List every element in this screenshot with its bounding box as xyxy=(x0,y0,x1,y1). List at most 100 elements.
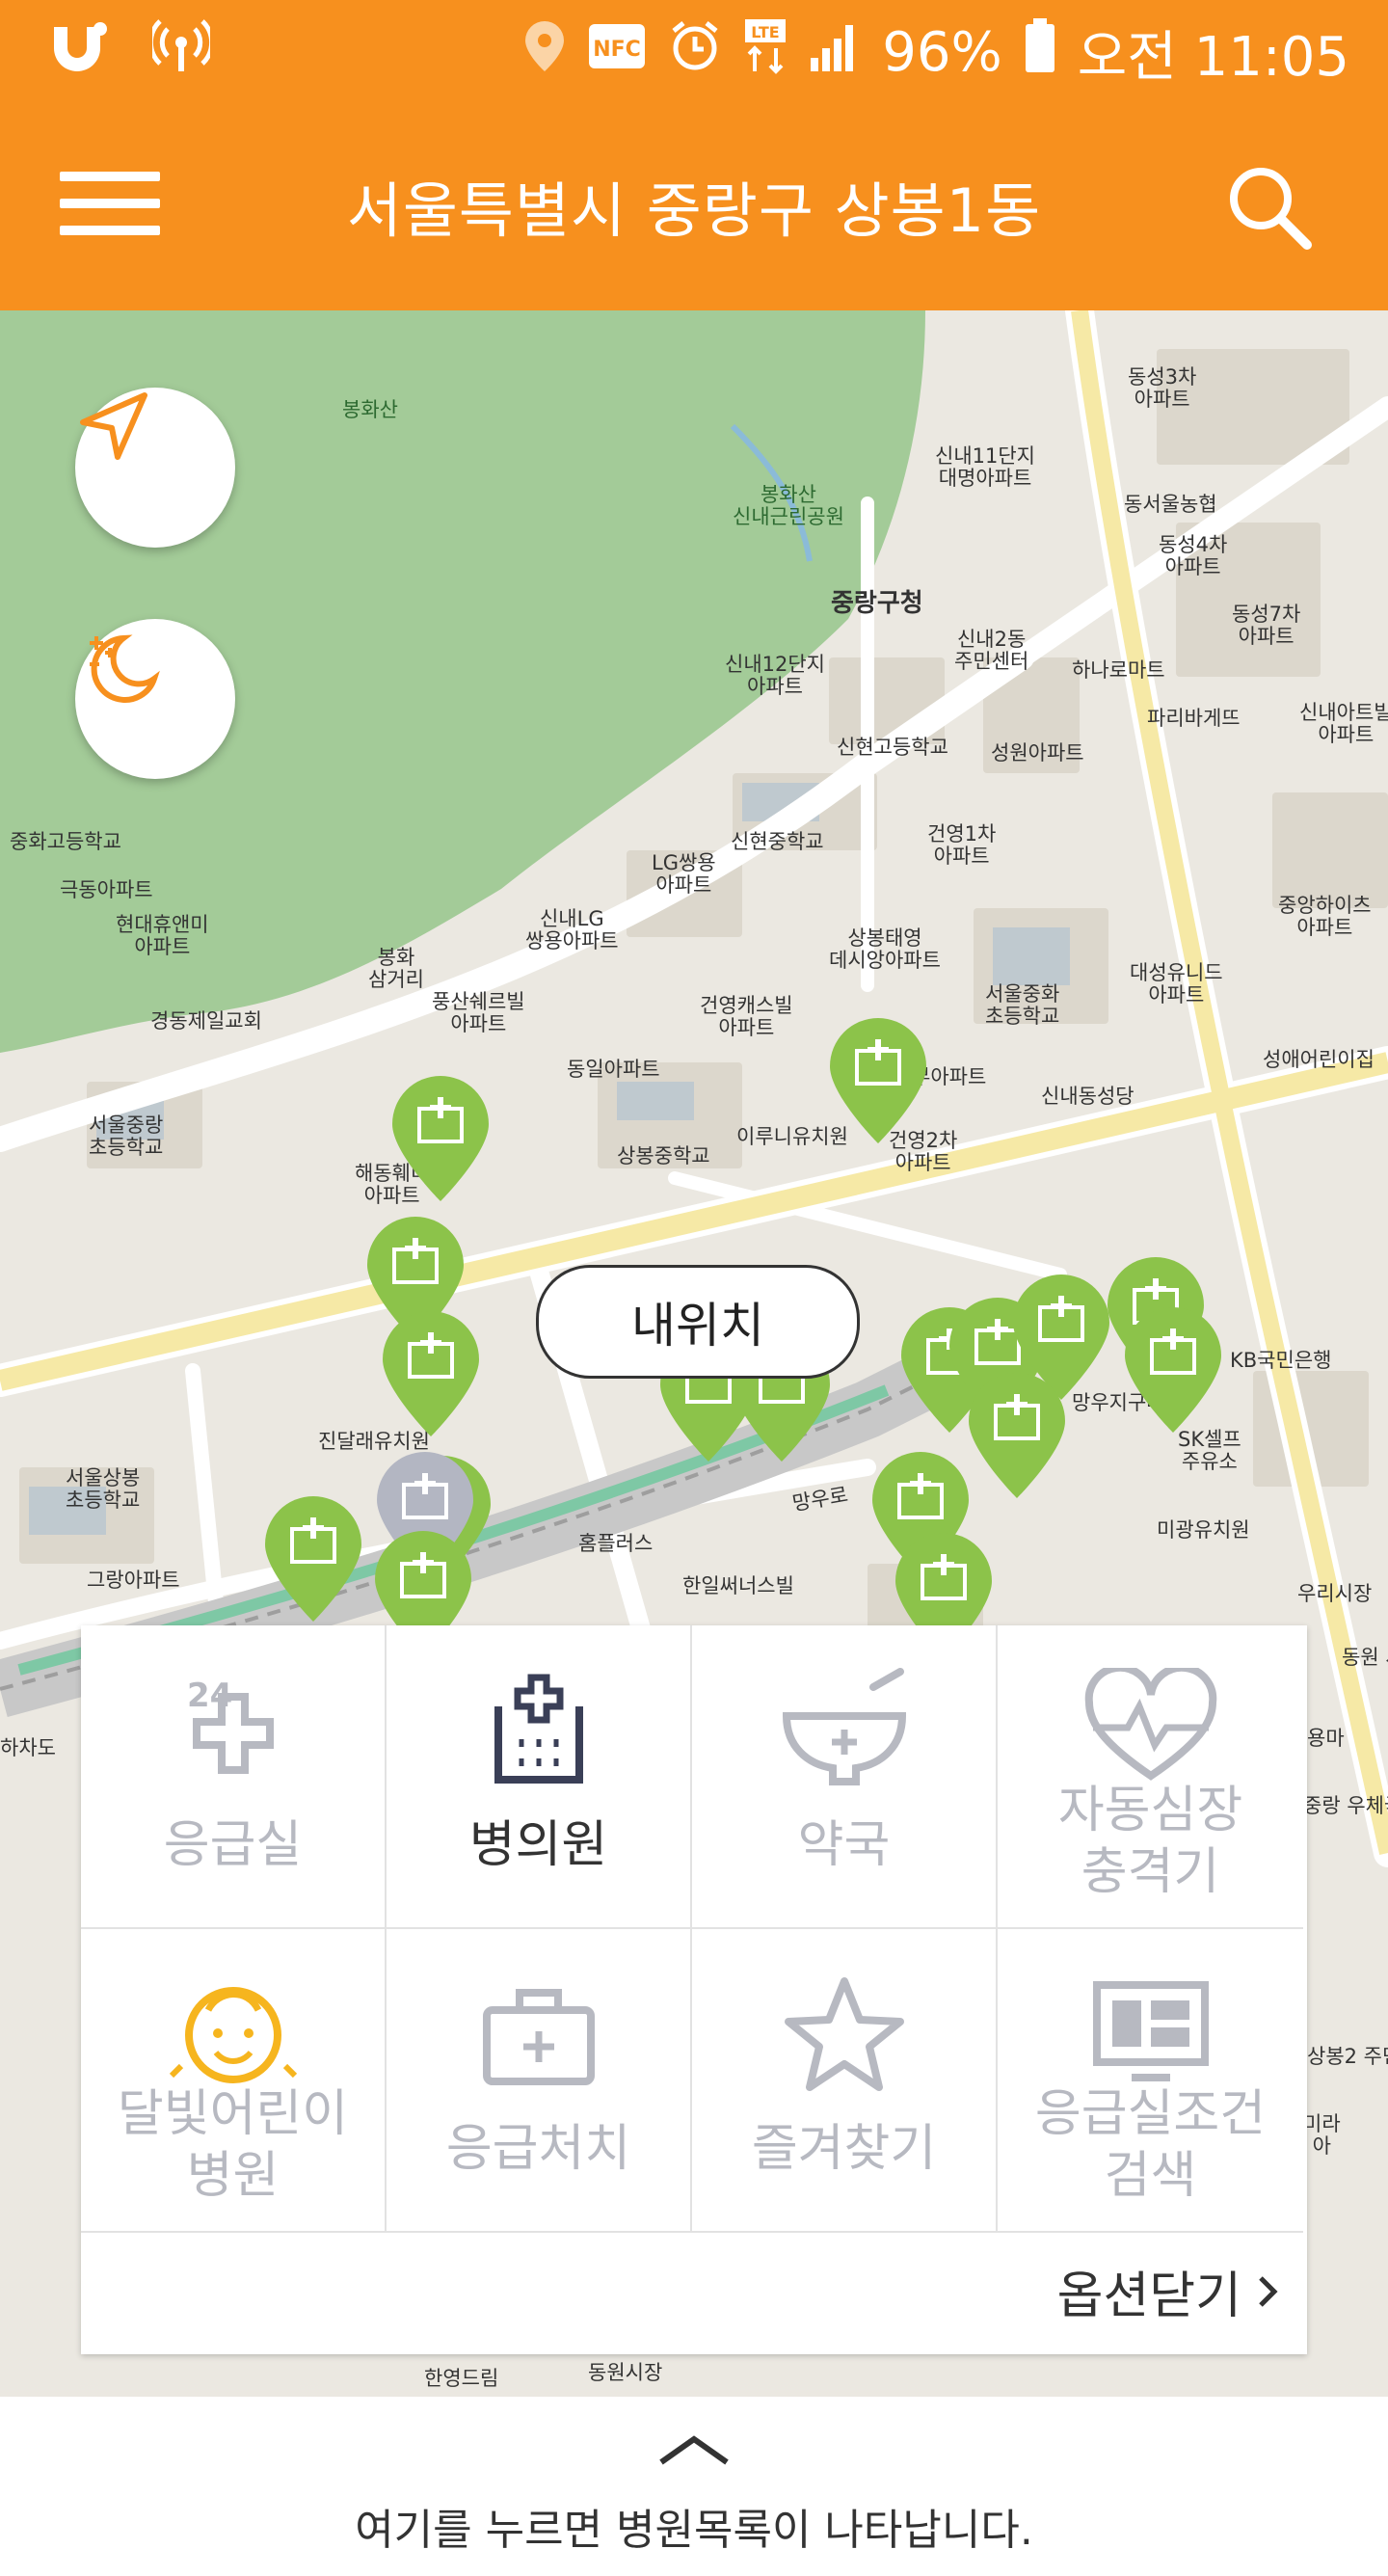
my-location-label: 내위치 xyxy=(536,1265,860,1379)
map-label: 한일써너스빌 xyxy=(682,1574,794,1597)
map-label: 상봉2 주민선 xyxy=(1307,2045,1388,2068)
app-bar: 서울특별시 중랑구 상봉1동 xyxy=(0,93,1388,310)
option-favorites[interactable]: 즐겨찾기 xyxy=(692,1929,998,2233)
map-label: 미광유치원 xyxy=(1157,1518,1250,1542)
map-label: 대성유니드 아파트 xyxy=(1130,961,1223,1007)
moon-icon xyxy=(90,634,160,703)
option-label: 약국 xyxy=(797,1816,891,1874)
hospital-pin[interactable] xyxy=(964,1369,1070,1504)
map-label: 동성4차 아파트 xyxy=(1159,533,1228,579)
svg-text:NFC: NFC xyxy=(594,38,642,62)
hospital-pin[interactable] xyxy=(378,1307,484,1442)
hospital-pin[interactable] xyxy=(1120,1303,1226,1438)
battery-percent: 96% xyxy=(882,21,1002,84)
map-label: 하차도 xyxy=(0,1736,56,1759)
map-label: 용마 xyxy=(1307,1727,1345,1750)
close-options-button[interactable]: 옵션닫기 xyxy=(1057,2255,1280,2327)
option-defibrillator[interactable]: 자동심장 충격기 xyxy=(998,1625,1303,1929)
24-cross-icon: 24 xyxy=(187,1677,274,1774)
hospital-pin[interactable] xyxy=(387,1072,494,1207)
alarm-icon xyxy=(668,19,722,87)
map-label: 중화고등학교 xyxy=(10,830,121,853)
map-label: 봉화산 xyxy=(342,398,398,421)
hospital-list-sheet[interactable]: 여기를 누르면 병원목록이 나타납니다. xyxy=(0,2397,1388,2576)
map-label: 신내12단지 아파트 xyxy=(725,653,826,699)
map-label: 중앙하이츠 아파트 xyxy=(1278,894,1372,940)
hospital-list-hint: 여기를 누르면 병원목록이 나타납니다. xyxy=(355,2506,1033,2555)
map-label: LG쌍용 아파트 xyxy=(652,851,716,898)
map-label: 신내동성당 xyxy=(1041,1085,1134,1108)
option-hospital[interactable]: 병의원 xyxy=(387,1625,692,1929)
close-options-label: 옵션닫기 xyxy=(1056,2267,1241,2325)
mortar-pestle-icon xyxy=(782,1668,906,1785)
option-label: 달빛어린이 병원 xyxy=(117,2085,349,2205)
map-label: 한영드림 xyxy=(424,2367,499,2390)
map-label: 풍산쉐르빌 아파트 xyxy=(432,990,525,1036)
page-title: 서울특별시 중랑구 상봉1동 xyxy=(346,175,1042,246)
hotspot-icon xyxy=(147,17,215,79)
map-label: 하나로마트 xyxy=(1072,658,1165,682)
star-icon xyxy=(784,1977,904,2091)
map-label: 동성7차 아파트 xyxy=(1232,603,1301,649)
map-label: 파리바게뜨 xyxy=(1147,707,1241,730)
map-label: 중랑구청 xyxy=(831,589,923,618)
option-label: 응급처치 xyxy=(445,2120,631,2178)
status-bar: NFC LTE 96% 오전 11:05 xyxy=(0,0,1388,93)
option-moonlight-children-hospital[interactable]: 달빛어린이 병원 xyxy=(81,1929,387,2233)
battery-icon xyxy=(1024,17,1056,88)
options-panel: 24 응급실 병의원 약국 자동심장 충격기 달빛어린이 병원 응급처치 즐겨찾… xyxy=(81,1625,1307,2354)
map-label: 그랑아파트 xyxy=(87,1569,180,1592)
chevron-up-icon xyxy=(659,2435,729,2465)
heart-pulse-icon xyxy=(1084,1668,1216,1781)
hospital-icon xyxy=(494,1674,583,1784)
option-label: 응급실조건 검색 xyxy=(1034,2085,1267,2205)
hospital-pin[interactable] xyxy=(260,1492,366,1627)
u-plus-logo-icon xyxy=(48,19,110,77)
chevron-right-icon xyxy=(1259,2275,1278,2307)
map-label: 상봉태영 데시앙아파트 xyxy=(829,926,941,973)
svg-text:LTE: LTE xyxy=(752,23,780,41)
map-label: 성애어린이집 xyxy=(1263,1048,1375,1071)
option-label: 응급실 xyxy=(163,1816,303,1874)
map-label: 성원아파트 xyxy=(991,741,1084,765)
option-er-condition-search[interactable]: 응급실조건 검색 xyxy=(998,1929,1303,2233)
navigate-button[interactable] xyxy=(75,388,235,548)
option-emergency-room[interactable]: 24 응급실 xyxy=(81,1625,387,1929)
hospital-pin[interactable] xyxy=(825,1014,931,1149)
option-label: 자동심장 충격기 xyxy=(1057,1782,1243,1901)
map-label: 봉화산 신내근린공원 xyxy=(733,483,844,529)
navigation-arrow-icon xyxy=(80,392,147,460)
map-label: 서울중랑 초등학교 xyxy=(89,1114,164,1160)
map-label: 서울상봉 초등학교 xyxy=(66,1466,141,1513)
lte-icon: LTE xyxy=(743,17,787,89)
map-label: 건영1차 아파트 xyxy=(927,822,997,869)
map-label: 서울중화 초등학교 xyxy=(985,982,1060,1029)
map-label: 동서울농협 xyxy=(1124,493,1217,516)
night-mode-button[interactable] xyxy=(75,619,235,779)
signal-icon xyxy=(809,21,861,85)
map-label: 신내LG 쌍용아파트 xyxy=(525,907,619,953)
nfc-icon: NFC xyxy=(587,21,647,84)
map-label: 동일아파트 xyxy=(567,1058,660,1081)
clock: 오전 11:05 xyxy=(1077,26,1349,89)
map-label: 동원 사거리 xyxy=(1342,1646,1388,1669)
map-label: 홈플러스 xyxy=(578,1532,654,1555)
option-pharmacy[interactable]: 약국 xyxy=(692,1625,998,1929)
search-icon[interactable] xyxy=(1226,164,1313,251)
map-label: 현대휴앤미 아파트 xyxy=(116,913,209,959)
map-label: 신내아트빌 아파트 xyxy=(1299,701,1388,747)
map-label: 중랑 우체국 xyxy=(1303,1794,1388,1817)
map-label: 동원시장 xyxy=(588,2361,663,2384)
map-label: 봉화 삼거리 xyxy=(368,946,424,992)
map-label: 미라 아 xyxy=(1303,2112,1341,2159)
map-label: 신내2동 주민센터 xyxy=(954,628,1029,674)
option-first-aid[interactable]: 응급처치 xyxy=(387,1929,692,2233)
map-label: KB국민은행 xyxy=(1230,1349,1332,1372)
option-label: 즐겨찾기 xyxy=(751,2120,937,2178)
map-label: 우리시장 xyxy=(1297,1582,1373,1605)
map-label: 신현중학교 xyxy=(731,830,824,853)
map-label: 신현고등학교 xyxy=(837,736,948,759)
monitor-search-icon xyxy=(1092,1981,1209,2081)
option-label: 병의원 xyxy=(468,1816,608,1874)
map-label: 경동제일교회 xyxy=(150,1009,262,1033)
